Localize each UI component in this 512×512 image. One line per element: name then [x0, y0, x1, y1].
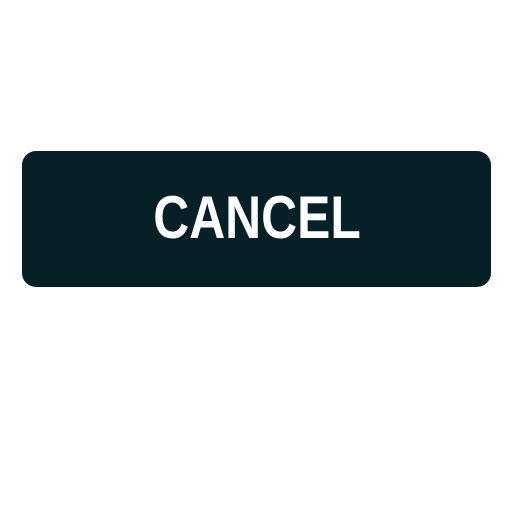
cancel-button[interactable]: CANCEL: [22, 151, 491, 287]
cancel-button-label: CANCEL: [152, 183, 361, 251]
